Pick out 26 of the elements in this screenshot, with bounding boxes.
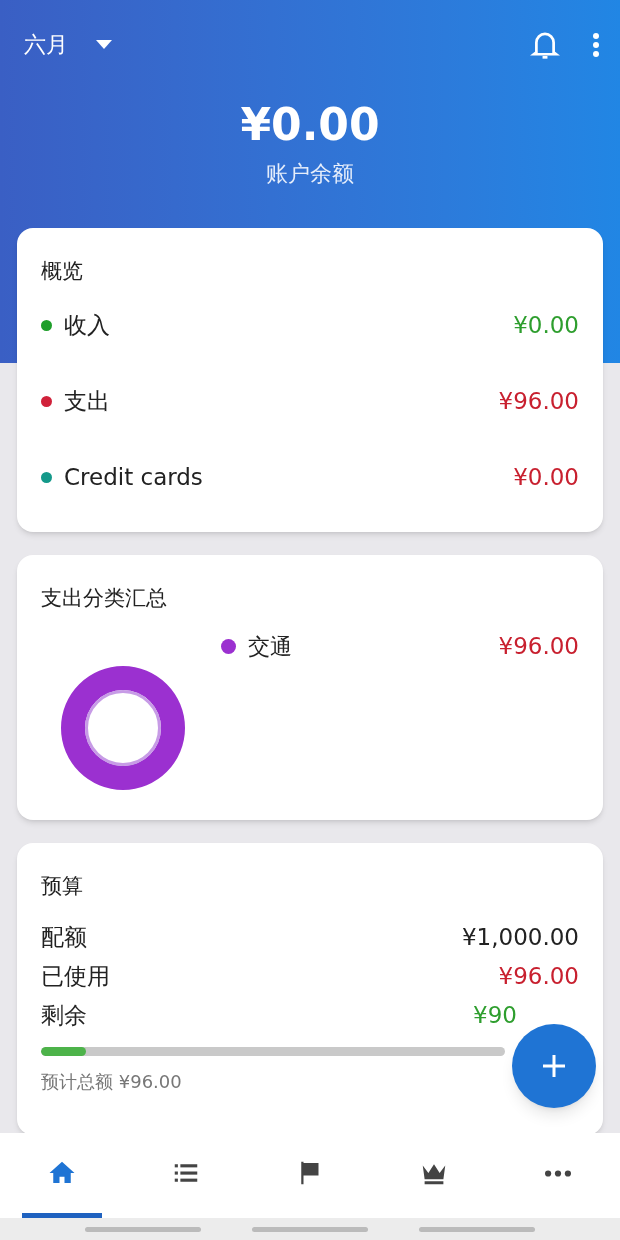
caret-icon: [96, 40, 112, 49]
row-label: 支出: [64, 387, 111, 417]
menu-icon: [592, 31, 600, 58]
budget-label: 剩余: [41, 1001, 88, 1031]
budget-value: ¥1,000.00: [461, 923, 579, 953]
menu-button[interactable]: [592, 31, 600, 58]
budget-label: 配额: [41, 923, 88, 953]
card-title: 支出分类汇总: [41, 584, 168, 612]
card-title: 概览: [41, 258, 84, 285]
row-amount: ¥0.00: [513, 311, 579, 341]
plus-icon: [542, 1054, 566, 1078]
budget-label: 已使用: [41, 962, 111, 992]
card-title: 预算: [41, 872, 84, 900]
row-amount: ¥0.00: [513, 463, 579, 493]
more-icon: [545, 1169, 571, 1177]
projected-total: 预计总额 ¥96.00: [41, 1070, 183, 1094]
row-label: 收入: [64, 311, 111, 341]
budget-value: ¥90: [473, 1001, 517, 1031]
row-amount: ¥96.00: [498, 387, 579, 417]
month-dropdown[interactable]: 六月: [24, 28, 112, 61]
balance-amount: ¥0.00: [239, 103, 381, 147]
row-label: Credit cards: [64, 463, 204, 493]
balance-label: 账户余额: [265, 160, 355, 188]
budget-value: ¥96.00: [498, 962, 579, 992]
category-amount: ¥96.00: [498, 631, 579, 661]
category-label: 交通: [248, 632, 293, 661]
